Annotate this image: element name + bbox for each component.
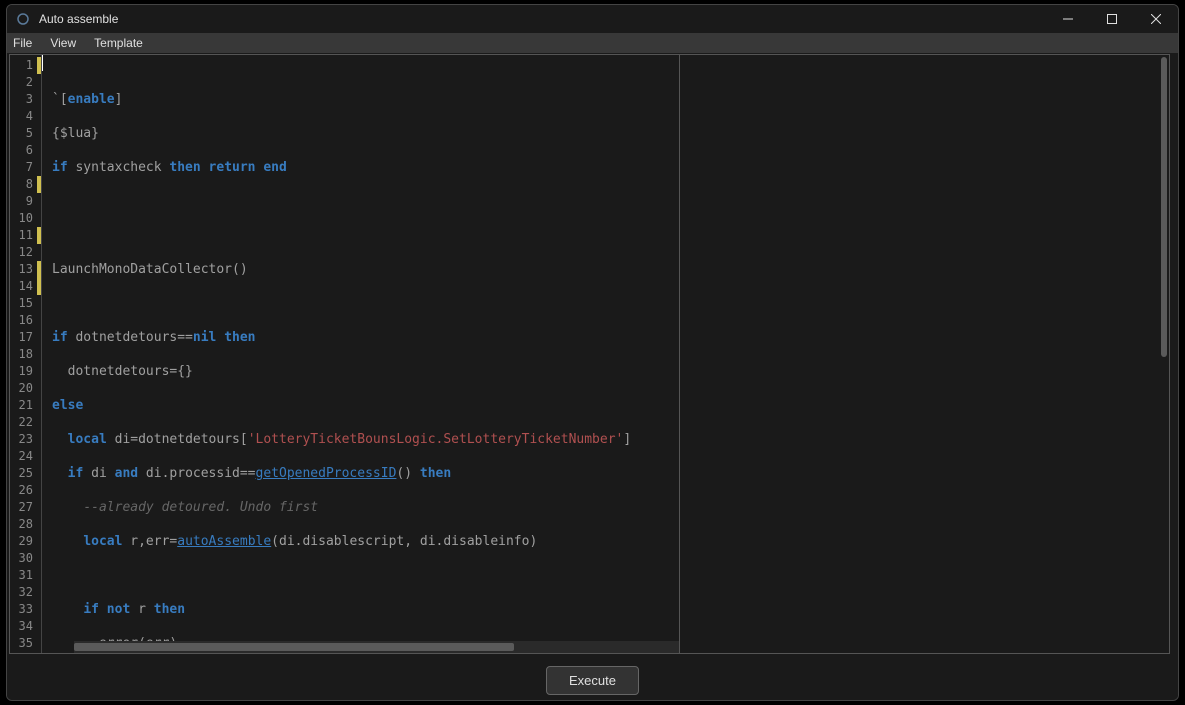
menu-view[interactable]: View	[50, 36, 76, 50]
close-button[interactable]	[1134, 5, 1178, 33]
line-number: 1	[10, 57, 41, 74]
line-number: 30	[10, 550, 41, 567]
line-number: 22	[10, 414, 41, 431]
minimize-button[interactable]	[1046, 5, 1090, 33]
editor-container: 1234567891011121314151617181920212223242…	[9, 54, 1170, 654]
line-number: 8	[10, 176, 41, 193]
line-number: 4	[10, 108, 41, 125]
line-number: 17	[10, 329, 41, 346]
line-number: 26	[10, 482, 41, 499]
menu-file[interactable]: File	[13, 36, 32, 50]
line-number: 13	[10, 261, 41, 278]
titlebar[interactable]: Auto assemble	[7, 5, 1178, 33]
line-number: 25	[10, 465, 41, 482]
line-number: 14	[10, 278, 41, 295]
line-number: 9	[10, 193, 41, 210]
line-number: 35	[10, 635, 41, 652]
line-number: 5	[10, 125, 41, 142]
line-number: 7	[10, 159, 41, 176]
line-number: 29	[10, 533, 41, 550]
line-number: 12	[10, 244, 41, 261]
line-number: 28	[10, 516, 41, 533]
line-number: 18	[10, 346, 41, 363]
line-number: 15	[10, 295, 41, 312]
horizontal-scrollbar[interactable]	[74, 641, 679, 653]
line-number: 33	[10, 601, 41, 618]
line-number: 19	[10, 363, 41, 380]
menu-template[interactable]: Template	[94, 36, 143, 50]
footer: Execute	[7, 660, 1178, 700]
maximize-button[interactable]	[1090, 5, 1134, 33]
scrollbar-thumb[interactable]	[1161, 57, 1167, 357]
line-number: 27	[10, 499, 41, 516]
line-number: 31	[10, 567, 41, 584]
line-number: 2	[10, 74, 41, 91]
editor: 1234567891011121314151617181920212223242…	[10, 55, 679, 653]
text-caret	[42, 55, 43, 71]
line-number: 34	[10, 618, 41, 635]
line-number: 6	[10, 142, 41, 159]
window-title: Auto assemble	[39, 12, 118, 26]
app-icon	[15, 11, 31, 27]
line-number: 32	[10, 584, 41, 601]
window-controls	[1046, 5, 1178, 33]
line-number: 21	[10, 397, 41, 414]
line-number: 10	[10, 210, 41, 227]
line-number: 16	[10, 312, 41, 329]
execute-button[interactable]: Execute	[546, 666, 639, 695]
line-gutter: 1234567891011121314151617181920212223242…	[10, 55, 42, 653]
preview-pane	[679, 55, 1169, 653]
vertical-scrollbar[interactable]	[1159, 55, 1169, 641]
line-number: 24	[10, 448, 41, 465]
code-area[interactable]: `[enable] {$lua} if syntaxcheck then ret…	[42, 55, 679, 653]
line-number: 11	[10, 227, 41, 244]
menubar: File View Template	[7, 33, 1178, 53]
line-number: 23	[10, 431, 41, 448]
line-number: 3	[10, 91, 41, 108]
line-number: 20	[10, 380, 41, 397]
scrollbar-thumb[interactable]	[74, 643, 514, 651]
window: Auto assemble File View Template 1234567…	[6, 4, 1179, 701]
